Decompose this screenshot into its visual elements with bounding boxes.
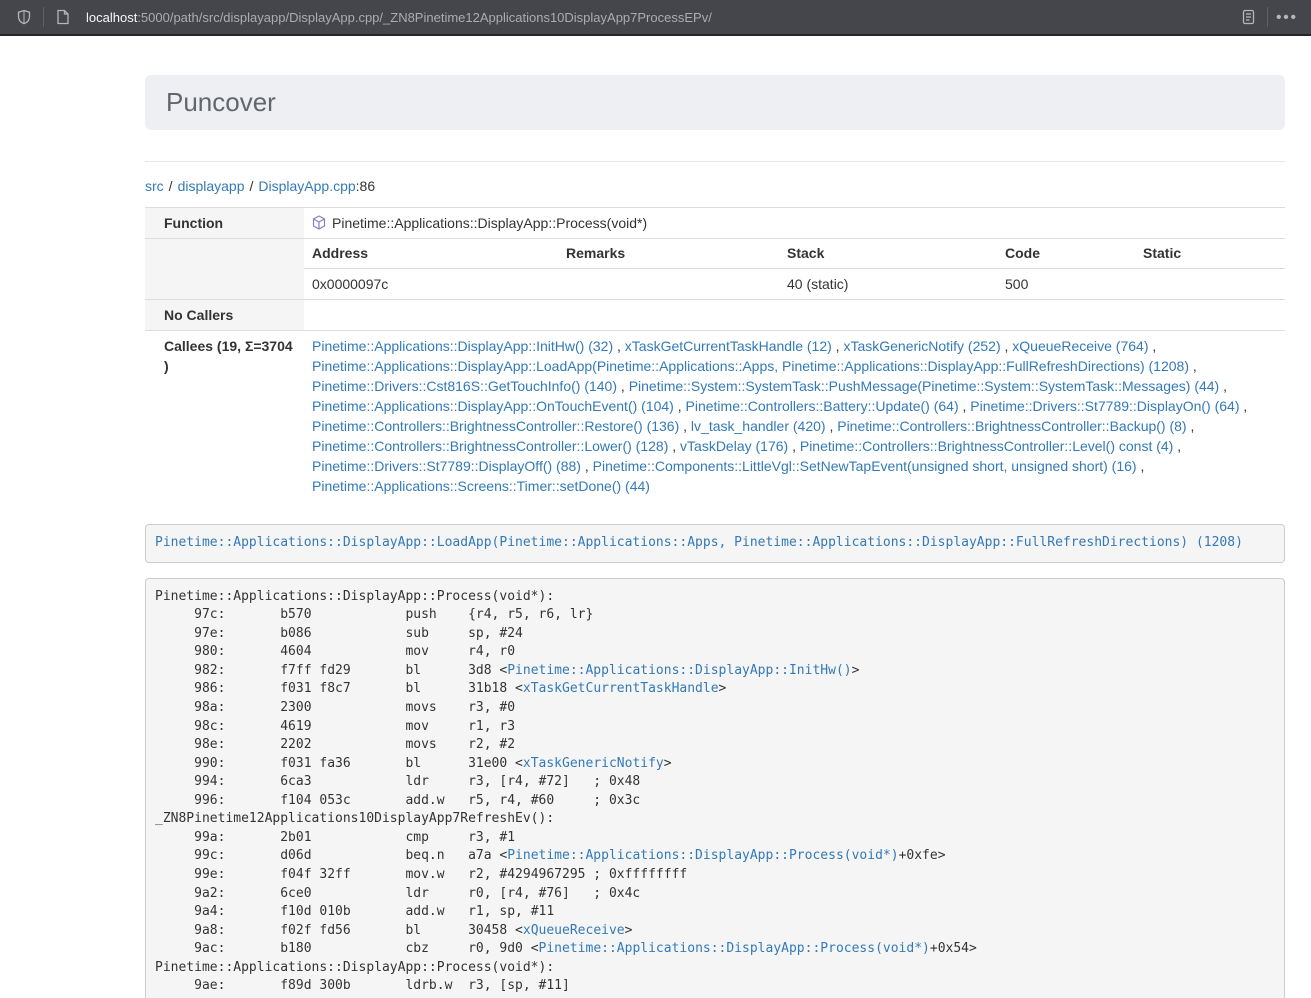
callee-link[interactable]: xTaskGetCurrentTaskHandle (12) <box>625 338 832 354</box>
callee-link[interactable]: Pinetime::Controllers::BrightnessControl… <box>837 418 1186 434</box>
no-callers-label: No Callers <box>145 300 304 331</box>
stack-value: 40 (static) <box>779 269 997 300</box>
column-header-static: Static <box>1135 239 1285 269</box>
table-row: Address Remarks Stack Code Static <box>304 239 1285 269</box>
function-label: Function <box>145 208 304 239</box>
callee-link[interactable]: Pinetime::Applications::DisplayApp::Init… <box>312 338 613 354</box>
callee-separator: , <box>826 418 838 434</box>
function-table: Function Pinetime::Applications::Display… <box>145 207 1285 501</box>
callee-separator: , <box>1148 338 1156 354</box>
callee-separator: , <box>1219 378 1227 394</box>
callee-link[interactable]: Pinetime::Components::LittleVgl::SetNewT… <box>593 458 1137 474</box>
callee-link[interactable]: Pinetime::Controllers::BrightnessControl… <box>312 438 668 454</box>
callee-separator: , <box>1173 438 1181 454</box>
function-name: Pinetime::Applications::DisplayApp::Proc… <box>332 215 647 231</box>
callee-link[interactable]: Pinetime::Applications::DisplayApp::OnTo… <box>312 398 674 414</box>
browser-toolbar: localhost:5000/path/src/displayapp/Displ… <box>0 0 1311 36</box>
toolbar-separator <box>1267 7 1268 27</box>
callee-separator: , <box>668 438 680 454</box>
metrics-cell: Address Remarks Stack Code Static 0x0000… <box>304 239 1285 300</box>
column-header-remarks: Remarks <box>558 239 779 269</box>
callee-separator: , <box>679 418 691 434</box>
callee-link[interactable]: vTaskDelay (176) <box>680 438 788 454</box>
code-symbol-link[interactable]: Pinetime::Applications::DisplayApp::Proc… <box>539 941 930 956</box>
callee-separator: , <box>613 338 625 354</box>
app-header: Puncover <box>145 75 1285 130</box>
reader-view-icon[interactable] <box>1234 4 1262 30</box>
callee-separator: , <box>832 338 844 354</box>
callee-separator: , <box>1240 398 1248 414</box>
toolbar-separator <box>43 7 44 27</box>
address-bar[interactable]: localhost:5000/path/src/displayapp/Displ… <box>86 10 1234 25</box>
callee-link[interactable]: Pinetime::Controllers::Battery::Update()… <box>686 398 959 414</box>
url-path: :5000/path/src/displayapp/DisplayApp.cpp… <box>137 10 712 25</box>
callee-link[interactable]: Pinetime::Controllers::BrightnessControl… <box>312 418 679 434</box>
table-row: No Callers <box>145 300 1285 331</box>
callee-separator: , <box>959 398 971 414</box>
callee-separator: , <box>1187 418 1195 434</box>
table-row: Function Pinetime::Applications::Display… <box>145 208 1285 239</box>
table-row: 0x0000097c 40 (static) 500 <box>304 269 1285 300</box>
callees-label: Callees (19, Σ=3704 ) <box>145 331 304 502</box>
breadcrumb-link-displayapp[interactable]: displayapp <box>178 178 245 194</box>
callee-link[interactable]: Pinetime::Drivers::St7789::DisplayOn() (… <box>970 398 1239 414</box>
page-container: Puncover src/displayapp/DisplayApp.cpp:8… <box>145 75 1285 998</box>
code-symbol-link[interactable]: Pinetime::Applications::DisplayApp::Proc… <box>507 848 898 863</box>
breadcrumb-link-src[interactable]: src <box>145 178 164 194</box>
cube-icon <box>312 215 326 230</box>
callee-separator: , <box>674 398 686 414</box>
callee-link[interactable]: Pinetime::System::SystemTask::PushMessag… <box>629 378 1220 394</box>
remarks-value <box>558 269 779 300</box>
callee-link[interactable]: Pinetime::Drivers::St7789::DisplayOff() … <box>312 458 581 474</box>
breadcrumb-separator: / <box>250 178 254 194</box>
code-symbol-link[interactable]: xQueueReceive <box>523 923 625 938</box>
static-value <box>1135 269 1285 300</box>
callee-separator: , <box>581 458 593 474</box>
callee-link[interactable]: Pinetime::Controllers::BrightnessControl… <box>800 438 1173 454</box>
code-value: 500 <box>997 269 1135 300</box>
callee-link[interactable]: Pinetime::Drivers::Cst816S::GetTouchInfo… <box>312 378 617 394</box>
brand-link[interactable]: Puncover <box>166 87 276 118</box>
table-row: Address Remarks Stack Code Static 0x0000… <box>145 239 1285 300</box>
callee-link[interactable]: Pinetime::Applications::Screens::Timer::… <box>312 478 650 494</box>
callee-link[interactable]: xQueueReceive (764) <box>1012 338 1148 354</box>
breadcrumb-line-number: :86 <box>356 178 375 194</box>
callee-separator: , <box>788 438 800 454</box>
code-symbol-link[interactable]: xTaskGetCurrentTaskHandle <box>523 681 719 696</box>
empty-row-header <box>145 239 304 300</box>
callee-separator: , <box>1189 358 1197 374</box>
highlighted-callee-link[interactable]: Pinetime::Applications::DisplayApp::Load… <box>155 535 1243 550</box>
code-symbol-link[interactable]: xTaskGenericNotify <box>523 756 664 771</box>
callee-separator: , <box>1137 458 1145 474</box>
code-symbol-link[interactable]: Pinetime::Applications::DisplayApp::Init… <box>507 663 851 678</box>
callee-link[interactable]: xTaskGenericNotify (252) <box>843 338 1000 354</box>
metrics-table: Address Remarks Stack Code Static 0x0000… <box>304 239 1285 299</box>
callee-link[interactable]: lv_task_handler (420) <box>691 418 826 434</box>
callee-link[interactable]: Pinetime::Applications::DisplayApp::Load… <box>312 358 1189 374</box>
callers-cell <box>304 300 1285 331</box>
column-header-stack: Stack <box>779 239 997 269</box>
function-name-cell: Pinetime::Applications::DisplayApp::Proc… <box>304 208 1285 239</box>
disassembly: Pinetime::Applications::DisplayApp::Proc… <box>145 578 1285 998</box>
breadcrumb-separator: / <box>169 178 173 194</box>
callees-list: Pinetime::Applications::DisplayApp::Init… <box>304 331 1285 502</box>
url-host: localhost <box>86 10 137 25</box>
shield-icon[interactable] <box>10 4 38 30</box>
table-row: Callees (19, Σ=3704 ) Pinetime::Applicat… <box>145 331 1285 502</box>
column-header-address: Address <box>304 239 558 269</box>
breadcrumb: src/displayapp/DisplayApp.cpp:86 <box>145 178 1285 194</box>
divider <box>145 161 1285 162</box>
callee-separator: , <box>617 378 629 394</box>
overflow-menu-icon[interactable]: ••• <box>1273 4 1301 30</box>
page-icon[interactable] <box>49 4 77 30</box>
address-value: 0x0000097c <box>304 269 558 300</box>
breadcrumb-link-file[interactable]: DisplayApp.cpp <box>258 178 355 194</box>
highlighted-callee: Pinetime::Applications::DisplayApp::Load… <box>145 524 1285 563</box>
callee-separator: , <box>1001 338 1013 354</box>
column-header-code: Code <box>997 239 1135 269</box>
